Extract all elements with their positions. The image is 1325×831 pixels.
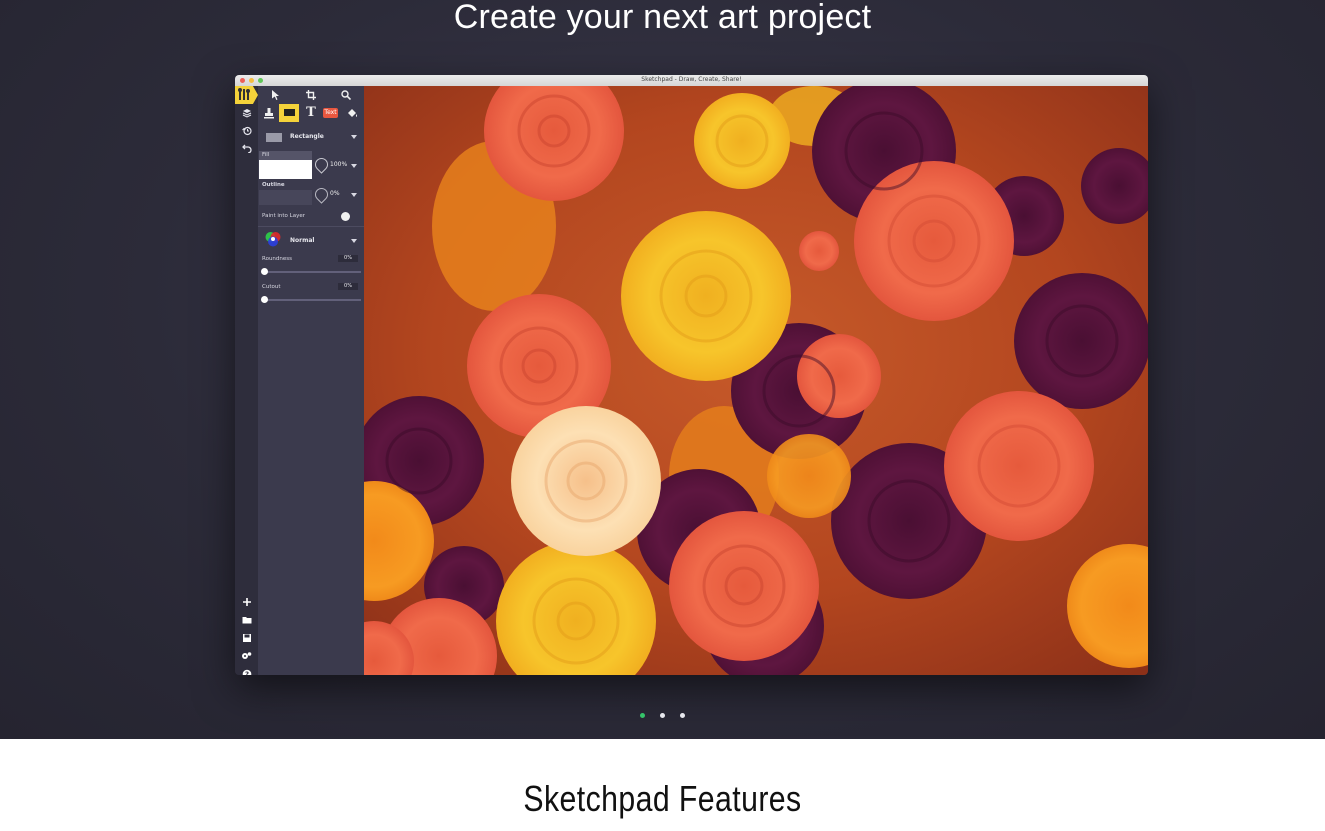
app-window: Sketchpad - Draw, Create, Share! ? T Tex… bbox=[235, 75, 1148, 675]
chevron-down-icon[interactable] bbox=[351, 164, 357, 168]
roundness-value[interactable]: 0% bbox=[338, 255, 358, 262]
fill-bucket-icon[interactable] bbox=[342, 104, 362, 122]
folder-icon[interactable] bbox=[240, 615, 253, 628]
add-icon[interactable] bbox=[240, 597, 253, 610]
roses-artwork bbox=[364, 86, 1148, 675]
shape-label: Rectangle bbox=[290, 133, 324, 140]
save-icon[interactable] bbox=[240, 633, 253, 646]
roundness-slider-handle[interactable] bbox=[261, 268, 268, 275]
paint-into-layer-toggle[interactable] bbox=[341, 212, 350, 221]
outline-color-swatch[interactable] bbox=[259, 190, 312, 205]
cutout-value[interactable]: 0% bbox=[338, 283, 358, 290]
window-title: Sketchpad - Draw, Create, Share! bbox=[641, 76, 742, 83]
toolbar-row-2: T Text bbox=[258, 104, 364, 122]
text-icon[interactable]: T bbox=[301, 104, 321, 122]
outline-opacity-icon[interactable] bbox=[312, 185, 331, 204]
fill-color-swatch[interactable] bbox=[259, 160, 312, 179]
shape-swatch bbox=[266, 133, 282, 142]
history-icon[interactable] bbox=[240, 126, 253, 139]
select-icon[interactable] bbox=[265, 86, 285, 104]
carousel-dot-1[interactable] bbox=[639, 713, 645, 718]
stamp-icon[interactable] bbox=[259, 104, 279, 122]
chevron-down-icon[interactable] bbox=[351, 193, 357, 197]
cutout-slider-handle[interactable] bbox=[261, 296, 268, 303]
shape-select[interactable]: Rectangle bbox=[258, 128, 364, 146]
paint-into-layer-label: Paint into Layer bbox=[262, 213, 305, 219]
chevron-down-icon bbox=[351, 135, 357, 139]
crop-icon[interactable] bbox=[301, 86, 321, 104]
window-titlebar: Sketchpad - Draw, Create, Share! bbox=[235, 75, 1148, 86]
toolbar-row-1 bbox=[258, 86, 364, 104]
layers-icon[interactable] bbox=[240, 108, 253, 121]
carousel-indicators bbox=[0, 703, 1325, 718]
sketchpad-logo-icon[interactable] bbox=[235, 86, 258, 104]
carousel-dot-2[interactable] bbox=[660, 713, 665, 718]
roundness-slider[interactable] bbox=[264, 271, 361, 273]
blend-mode-label[interactable]: Normal bbox=[290, 237, 314, 244]
cutout-slider[interactable] bbox=[264, 299, 361, 301]
tool-panel: T Text Rectangle Fill 100% Outline 0% Pa… bbox=[258, 86, 364, 675]
fill-opacity-value: 100% bbox=[330, 161, 348, 168]
help-icon[interactable]: ? bbox=[240, 669, 253, 675]
fill-label: Fill bbox=[262, 152, 270, 158]
undo-icon[interactable] bbox=[240, 143, 253, 156]
outline-label: Outline bbox=[262, 182, 285, 188]
roundness-label: Roundness bbox=[262, 256, 293, 262]
hero-title: Create your next art project bbox=[453, 0, 872, 36]
blend-mode-icon bbox=[265, 232, 281, 247]
cutout-label: Cutout bbox=[262, 284, 281, 290]
text-badge-icon[interactable]: Text bbox=[323, 108, 338, 118]
shape-icon[interactable] bbox=[279, 104, 299, 122]
zoom-icon[interactable] bbox=[336, 86, 356, 104]
svg-text:?: ? bbox=[244, 671, 248, 675]
fill-opacity-icon[interactable] bbox=[312, 155, 331, 174]
drawing-canvas[interactable] bbox=[364, 86, 1148, 675]
chevron-down-icon[interactable] bbox=[351, 239, 357, 243]
features-heading: Sketchpad Features bbox=[523, 778, 802, 819]
settings-icon[interactable] bbox=[240, 651, 253, 664]
carousel-dot-3[interactable] bbox=[680, 713, 686, 718]
divider bbox=[258, 226, 364, 227]
outline-opacity-value: 0% bbox=[330, 190, 340, 197]
hero-section: Create your next art project Sketchpad -… bbox=[0, 0, 1325, 739]
icon-rail: ? bbox=[235, 86, 258, 675]
